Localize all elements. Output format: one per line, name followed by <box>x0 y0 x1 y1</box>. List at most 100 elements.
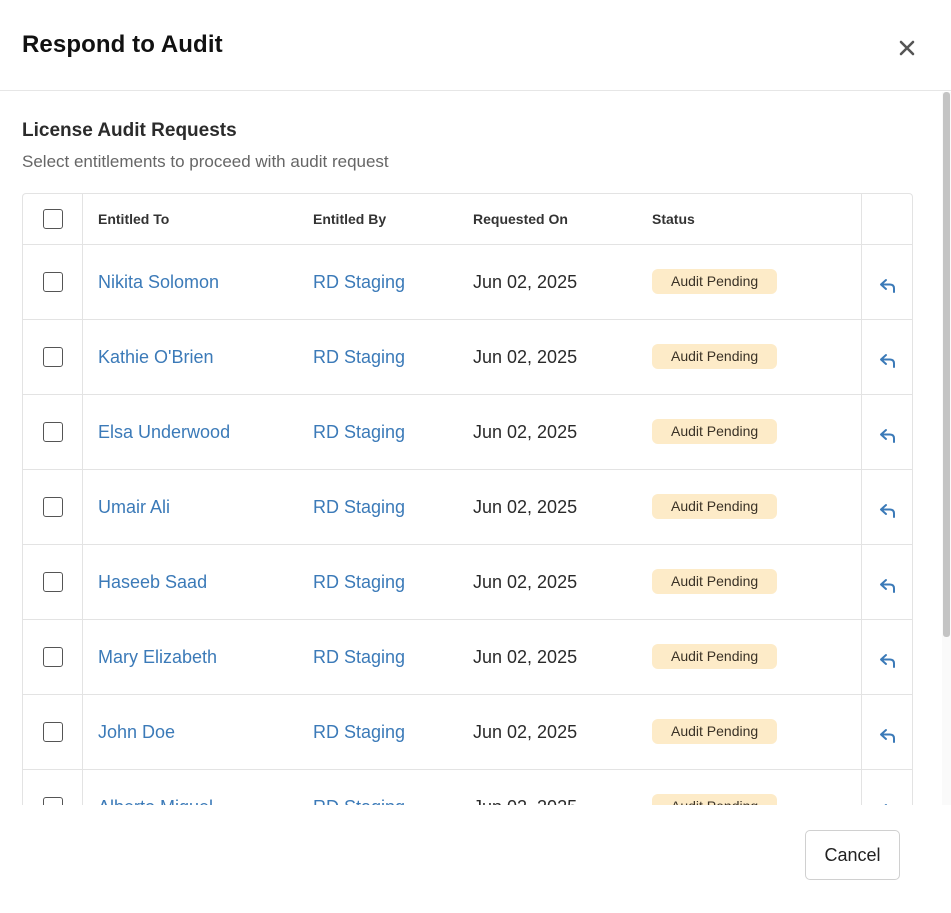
entitled-to-cell: Umair Ali <box>98 470 308 544</box>
entitled-by-link[interactable]: RD Staging <box>313 647 405 668</box>
entitled-by-link[interactable]: RD Staging <box>313 572 405 593</box>
entitled-by-cell: RD Staging <box>313 695 468 769</box>
row-checkbox[interactable] <box>42 347 63 367</box>
status-cell: Audit Pending <box>652 620 852 694</box>
requested-on-date: Jun 02, 2025 <box>473 421 578 442</box>
entitled-to-link[interactable]: Nikita Solomon <box>98 272 219 293</box>
entitled-to-link[interactable]: Kathie O'Brien <box>98 347 214 368</box>
row-checkbox[interactable] <box>42 422 63 442</box>
row-checkbox[interactable] <box>42 272 63 292</box>
requested-on-date: Jun 02, 2025 <box>473 797 577 806</box>
table-row: Haseeb Saad RD Staging Jun 02, 2025 Audit P… <box>23 545 912 620</box>
entitled-to-link[interactable]: Alberto Miguel <box>98 797 213 806</box>
row-action-cell <box>861 770 913 805</box>
entitled-to-cell: Haseeb Saad <box>98 545 308 619</box>
status-badge: Audit Pending <box>652 568 778 594</box>
row-checkbox-cell <box>23 395 83 469</box>
reply-icon[interactable] <box>878 276 898 296</box>
dialog-body[interactable]: License Audit Requests Select entitlemen… <box>0 92 951 805</box>
status-badge: Audit Pending <box>652 343 778 369</box>
row-action-cell <box>861 545 913 619</box>
entitled-to-cell: John Doe <box>98 695 308 769</box>
row-action-cell <box>861 320 913 394</box>
row-checkbox[interactable] <box>42 572 63 592</box>
reply-icon[interactable] <box>878 651 898 671</box>
entitled-by-link[interactable]: RD Staging <box>313 497 405 518</box>
column-header-actions <box>861 194 913 244</box>
status-cell: Audit Pending <box>652 770 852 805</box>
entitled-by-cell: RD Staging <box>313 395 468 469</box>
entitled-to-cell: Nikita Solomon <box>98 245 308 319</box>
reply-icon[interactable] <box>878 351 898 371</box>
reply-icon[interactable] <box>878 426 898 446</box>
close-button[interactable] <box>894 35 920 61</box>
entitled-by-link[interactable]: RD Staging <box>313 272 405 293</box>
entitled-by-cell: RD Staging <box>313 245 468 319</box>
status-badge: Audit Pending <box>652 268 778 294</box>
entitled-by-cell: RD Staging <box>313 770 468 806</box>
entitled-by-link[interactable]: RD Staging <box>313 347 405 368</box>
row-checkbox[interactable] <box>42 797 63 805</box>
status-badge: Audit Pending <box>652 718 778 744</box>
close-icon <box>899 40 915 56</box>
reply-icon[interactable] <box>878 576 898 596</box>
table-row: Elsa Underwood RD Staging Jun 02, 2025 Audi… <box>23 395 912 470</box>
requested-on-cell: Jun 02, 2025 <box>473 395 648 469</box>
row-checkbox-cell <box>23 620 83 694</box>
status-cell: Audit Pending <box>652 245 852 319</box>
reply-icon[interactable] <box>878 501 898 521</box>
table-row: Kathie O'Brien RD Staging Jun 02, 2025 Audi… <box>23 320 912 395</box>
entitled-to-link[interactable]: Mary Elizabeth <box>98 647 217 668</box>
row-checkbox-cell <box>23 470 83 544</box>
row-checkbox-cell <box>23 695 83 769</box>
dialog-header: Respond to Audit <box>0 0 951 91</box>
requested-on-date: Jun 02, 2025 <box>473 571 578 592</box>
row-checkbox[interactable] <box>42 497 63 517</box>
entitled-by-link[interactable]: RD Staging <box>313 797 405 806</box>
status-badge: Audit Pending <box>652 493 778 519</box>
status-cell: Audit Pending <box>652 470 852 544</box>
entitled-by-link[interactable]: RD Staging <box>313 722 405 743</box>
cancel-button[interactable]: Cancel <box>805 830 900 880</box>
row-action-cell <box>861 395 913 469</box>
entitled-by-cell: RD Staging <box>313 320 468 394</box>
row-checkbox[interactable] <box>42 647 63 667</box>
entitled-to-cell: Alberto Miguel <box>98 770 308 806</box>
row-action-cell <box>861 245 913 319</box>
table-row: Alberto Miguel RD Staging Jun 02, 2025 Audi… <box>23 770 912 805</box>
row-checkbox[interactable] <box>42 722 63 742</box>
header-checkbox-cell <box>23 194 83 244</box>
audit-requests-table: Entitled To Entitled By Requested On Sta… <box>22 193 913 805</box>
row-checkbox-cell <box>23 320 83 394</box>
table-header-row: Entitled To Entitled By Requested On Sta… <box>23 194 912 245</box>
entitled-to-link[interactable]: Umair Ali <box>98 497 170 518</box>
respond-to-audit-dialog: Respond to Audit License Audit Requests … <box>0 0 951 913</box>
entitled-by-link[interactable]: RD Staging <box>313 422 405 443</box>
select-all-checkbox[interactable] <box>42 209 63 229</box>
status-badge: Audit Pending <box>652 643 778 669</box>
entitled-to-link[interactable]: John Doe <box>98 722 175 743</box>
row-action-cell <box>861 695 913 769</box>
column-header-status: Status <box>652 211 695 227</box>
requested-on-cell: Jun 02, 2025 <box>473 695 648 769</box>
row-checkbox-cell <box>23 245 83 319</box>
requested-on-cell: Jun 02, 2025 <box>473 620 648 694</box>
requested-on-cell: Jun 02, 2025 <box>473 770 648 806</box>
status-cell: Audit Pending <box>652 395 852 469</box>
status-cell: Audit Pending <box>652 320 852 394</box>
entitled-to-cell: Mary Elizabeth <box>98 620 308 694</box>
table-row: John Doe RD Staging Jun 02, 2025 Audit Pend… <box>23 695 912 770</box>
row-action-cell <box>861 620 913 694</box>
scrollbar-thumb[interactable] <box>943 92 950 637</box>
entitled-to-link[interactable]: Haseeb Saad <box>98 572 207 593</box>
status-cell: Audit Pending <box>652 545 852 619</box>
reply-icon[interactable] <box>878 726 898 746</box>
row-checkbox-cell <box>23 545 83 619</box>
entitled-to-link[interactable]: Elsa Underwood <box>98 422 230 443</box>
requested-on-cell: Jun 02, 2025 <box>473 245 648 319</box>
dialog-footer: Cancel <box>0 805 951 913</box>
requested-on-cell: Jun 02, 2025 <box>473 470 648 544</box>
requested-on-cell: Jun 02, 2025 <box>473 320 648 394</box>
status-badge: Audit Pending <box>652 418 778 444</box>
table-row: Mary Elizabeth RD Staging Jun 02, 2025 Audi… <box>23 620 912 695</box>
